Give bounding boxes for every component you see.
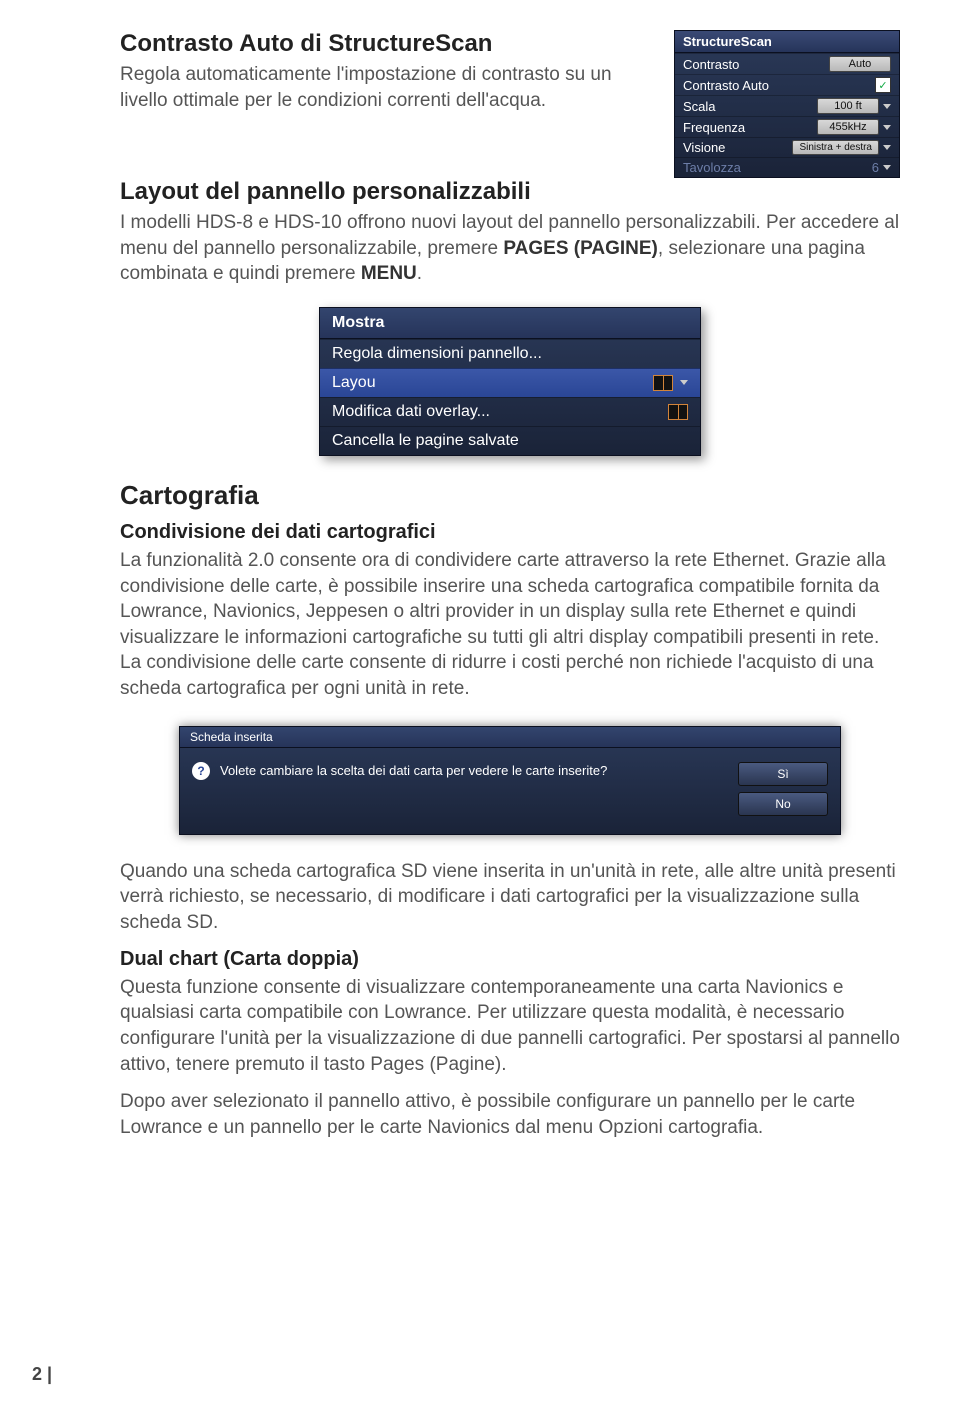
ss-row-frequenza[interactable]: Frequenza 455kHz <box>675 116 899 137</box>
heading-contrasto-auto: Contrasto Auto di StructureScan <box>120 30 656 58</box>
paragraph-layout-pannello: I modelli HDS-8 e HDS-10 offrono nuovi l… <box>120 210 900 287</box>
dialog-scheda-inserita: Scheda inserita ? Volete cambiare la sce… <box>179 726 841 835</box>
ss-value-tavolozza: 6 <box>872 160 879 175</box>
page-number: 2 | <box>32 1364 52 1385</box>
ss-value-scala: 100 ft <box>817 98 879 114</box>
heading-condivisione: Condivisione dei dati cartografici <box>120 521 900 544</box>
dialog-title: Scheda inserita <box>180 727 840 748</box>
ss-row-contrasto-auto[interactable]: Contrasto Auto ✓ <box>675 74 899 95</box>
layout-2col-icon <box>653 375 673 391</box>
heading-cartografia: Cartografia <box>120 480 900 511</box>
no-button[interactable]: No <box>738 792 828 816</box>
heading-layout-pannello: Layout del pannello personalizzabili <box>120 178 900 206</box>
chevron-down-icon[interactable] <box>883 165 891 170</box>
menu-label: Regola dimensioni pannello... <box>332 345 542 363</box>
ss-label: Visione <box>683 140 725 155</box>
yes-button[interactable]: Sì <box>738 762 828 786</box>
chevron-down-icon[interactable] <box>883 125 891 130</box>
ss-row-scala[interactable]: Scala 100 ft <box>675 95 899 116</box>
menu-label: Cancella le pagine salvate <box>332 432 519 450</box>
mostra-item-cancella[interactable]: Cancella le pagine salvate <box>320 426 700 455</box>
mostra-menu: Mostra Regola dimensioni pannello... Lay… <box>319 307 701 456</box>
chevron-down-icon[interactable] <box>680 380 688 385</box>
mostra-header: Mostra <box>320 308 700 339</box>
chevron-down-icon[interactable] <box>883 145 891 150</box>
ss-label: Contrasto <box>683 57 739 72</box>
question-icon: ? <box>192 762 210 780</box>
layout-2col-icon <box>668 404 688 420</box>
structurescan-header: StructureScan <box>675 31 899 53</box>
ss-row-visione[interactable]: Visione Sinistra + destra <box>675 137 899 157</box>
menu-label: Layou <box>332 374 376 392</box>
ss-value-contrasto: Auto <box>829 56 891 72</box>
dialog-message: Volete cambiare la scelta dei dati carta… <box>220 762 728 778</box>
paragraph-contrasto-auto: Regola automaticamente l'impostazione di… <box>120 62 656 113</box>
ss-value-visione: Sinistra + destra <box>792 140 879 155</box>
heading-dual-chart: Dual chart (Carta doppia) <box>120 948 900 971</box>
paragraph-after-dialog: Quando una scheda cartografica SD viene … <box>120 859 900 936</box>
checkbox-icon[interactable]: ✓ <box>875 77 891 93</box>
mostra-item-regola[interactable]: Regola dimensioni pannello... <box>320 339 700 368</box>
menu-label: Modifica dati overlay... <box>332 403 490 421</box>
ss-label: Contrasto Auto <box>683 78 769 93</box>
paragraph-condivisione: La funzionalità 2.0 consente ora di cond… <box>120 548 900 702</box>
layout-icons <box>653 375 688 391</box>
structurescan-panel: StructureScan Contrasto Auto Contrasto A… <box>674 30 900 178</box>
ss-value-frequenza: 455kHz <box>817 119 879 135</box>
mostra-item-layou[interactable]: Layou <box>320 368 700 397</box>
chevron-down-icon[interactable] <box>883 104 891 109</box>
ss-row-tavolozza[interactable]: Tavolozza 6 <box>675 157 899 177</box>
paragraph-dual-1: Questa funzione consente di visualizzare… <box>120 975 900 1078</box>
ss-label: Scala <box>683 99 716 114</box>
mostra-item-modifica[interactable]: Modifica dati overlay... <box>320 397 700 426</box>
ss-row-contrasto[interactable]: Contrasto Auto <box>675 53 899 74</box>
ss-label: Tavolozza <box>683 160 741 175</box>
paragraph-dual-2: Dopo aver selezionato il pannello attivo… <box>120 1089 900 1140</box>
ss-label: Frequenza <box>683 120 745 135</box>
